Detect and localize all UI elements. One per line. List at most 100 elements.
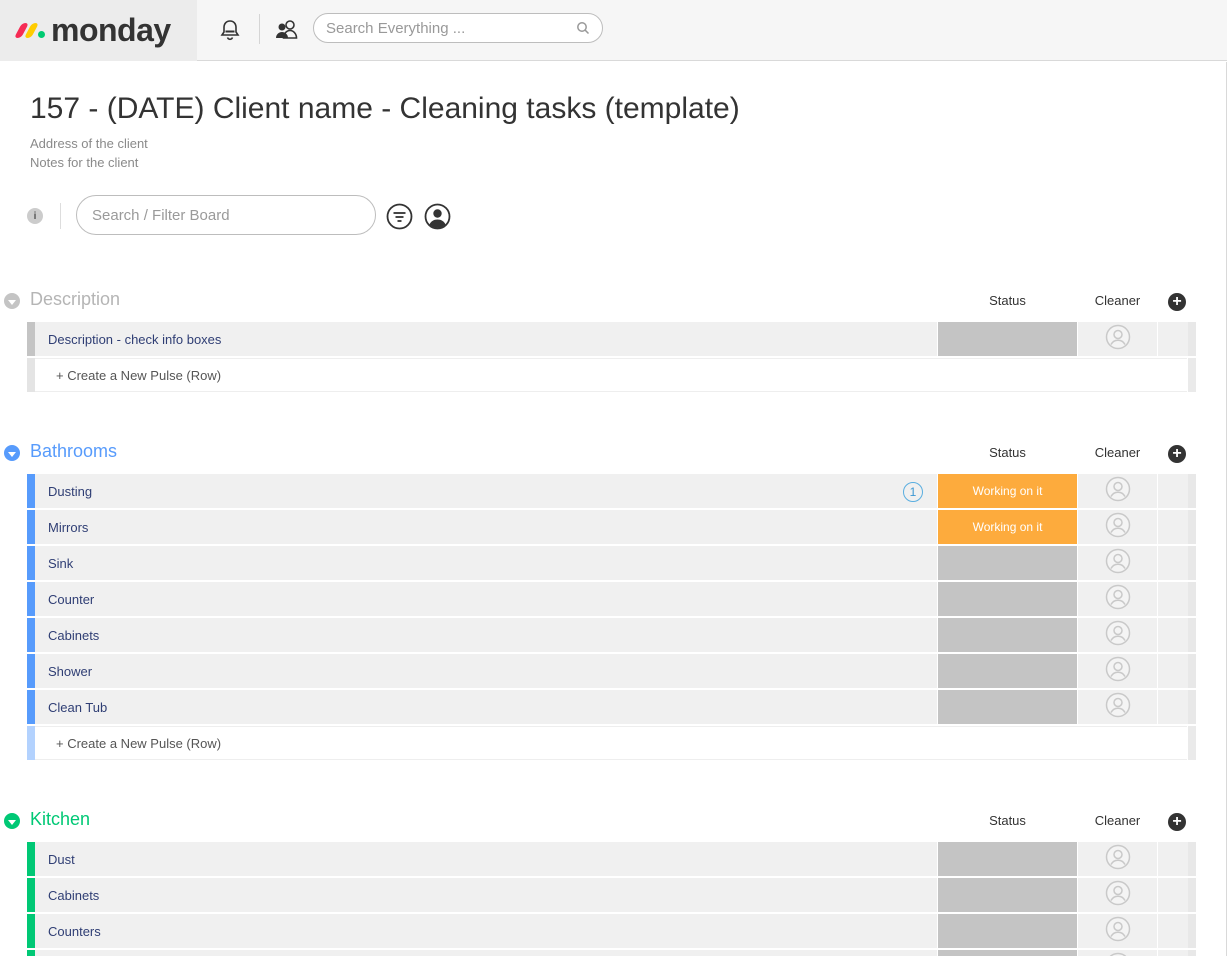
- empty-cell: [1158, 950, 1188, 956]
- empty-cell: [1158, 474, 1188, 508]
- add-column-icon[interactable]: +: [1168, 445, 1186, 463]
- status-cell[interactable]: [938, 878, 1077, 912]
- row-name[interactable]: Mirrors: [48, 520, 88, 535]
- row-name-cell[interactable]: [35, 842, 937, 876]
- row-name[interactable]: Dusting: [48, 484, 92, 499]
- row-name-cell[interactable]: [35, 510, 937, 544]
- cleaner-cell[interactable]: [1078, 510, 1157, 544]
- column-header-cleaner[interactable]: Cleaner: [1078, 293, 1157, 308]
- row-name-cell[interactable]: [35, 950, 937, 956]
- global-search[interactable]: [313, 13, 603, 43]
- status-cell[interactable]: [938, 322, 1077, 356]
- board-info-icon[interactable]: i: [27, 208, 43, 224]
- table-row[interactable]: Counters: [0, 914, 1227, 948]
- cleaner-cell[interactable]: [1078, 582, 1157, 616]
- row-name-cell[interactable]: [35, 654, 937, 688]
- table-row[interactable]: Dusting 1 Working on it: [0, 474, 1227, 508]
- table-row[interactable]: Description - check info boxes: [0, 322, 1227, 356]
- create-new-row-label[interactable]: + Create a New Pulse (Row): [56, 736, 221, 751]
- group-collapse-icon[interactable]: [4, 445, 20, 461]
- table-row[interactable]: Sink: [0, 546, 1227, 580]
- status-cell[interactable]: [938, 842, 1077, 876]
- status-cell[interactable]: [938, 546, 1077, 580]
- status-cell[interactable]: [938, 618, 1077, 652]
- status-cell[interactable]: [938, 690, 1077, 724]
- group-rows: Description - check info boxes + Create a…: [0, 322, 1227, 392]
- row-name[interactable]: Cabinets: [48, 888, 99, 903]
- cleaner-cell[interactable]: [1078, 654, 1157, 688]
- group-title[interactable]: Bathrooms: [30, 441, 117, 462]
- table-row[interactable]: Counter: [0, 582, 1227, 616]
- cleaner-cell[interactable]: [1078, 474, 1157, 508]
- cleaner-cell[interactable]: [1078, 950, 1157, 956]
- row-name[interactable]: Dust: [48, 852, 75, 867]
- row-name-cell[interactable]: [35, 690, 937, 724]
- row-name-cell[interactable]: [35, 582, 937, 616]
- row-name[interactable]: Counter: [48, 592, 94, 607]
- row-name-cell[interactable]: [35, 546, 937, 580]
- status-cell[interactable]: Working on it: [938, 510, 1077, 544]
- table-row[interactable]: Cabinets: [0, 618, 1227, 652]
- group-title[interactable]: Description: [30, 289, 120, 310]
- row-name[interactable]: Description - check info boxes: [48, 332, 221, 347]
- person-avatar-icon: [1105, 476, 1131, 507]
- cleaner-cell[interactable]: [1078, 878, 1157, 912]
- group-collapse-icon[interactable]: [4, 293, 20, 309]
- board-search[interactable]: [76, 195, 376, 235]
- empty-cell: [1158, 914, 1188, 948]
- row-name[interactable]: Counters: [48, 924, 101, 939]
- global-search-input[interactable]: [326, 19, 576, 37]
- create-new-row[interactable]: + Create a New Pulse (Row): [0, 358, 1227, 392]
- row-name-cell[interactable]: [35, 618, 937, 652]
- status-cell[interactable]: [938, 582, 1077, 616]
- column-header-status[interactable]: Status: [938, 445, 1077, 460]
- row-name-cell[interactable]: [35, 914, 937, 948]
- cleaner-cell[interactable]: [1078, 914, 1157, 948]
- cleaner-cell[interactable]: [1078, 842, 1157, 876]
- column-header-status[interactable]: Status: [938, 813, 1077, 828]
- create-new-row[interactable]: + Create a New Pulse (Row): [0, 726, 1227, 760]
- search-icon[interactable]: [576, 21, 590, 35]
- column-header-status[interactable]: Status: [938, 293, 1077, 308]
- row-name[interactable]: Shower: [48, 664, 92, 679]
- row-name[interactable]: Cabinets: [48, 628, 99, 643]
- row-name[interactable]: Clean Tub: [48, 700, 107, 715]
- table-row[interactable]: Shower: [0, 654, 1227, 688]
- table-row[interactable]: Mirrors Working on it: [0, 510, 1227, 544]
- table-row[interactable]: Cabinets: [0, 878, 1227, 912]
- status-cell[interactable]: [938, 950, 1077, 956]
- cleaner-cell[interactable]: [1078, 322, 1157, 356]
- row-name-cell[interactable]: [35, 878, 937, 912]
- filter-icon[interactable]: [385, 202, 413, 230]
- status-cell[interactable]: [938, 914, 1077, 948]
- group-title[interactable]: Kitchen: [30, 809, 90, 830]
- updates-count-badge[interactable]: 1: [903, 482, 923, 502]
- cleaner-cell[interactable]: [1078, 618, 1157, 652]
- add-column-icon[interactable]: +: [1168, 813, 1186, 831]
- cleaner-cell[interactable]: [1078, 690, 1157, 724]
- status-cell[interactable]: [938, 654, 1077, 688]
- add-column-icon[interactable]: +: [1168, 293, 1186, 311]
- board-description-notes[interactable]: Notes for the client: [30, 155, 138, 170]
- table-row[interactable]: Clean Tub: [0, 690, 1227, 724]
- row-name-cell[interactable]: [35, 474, 937, 508]
- column-header-cleaner[interactable]: Cleaner: [1078, 445, 1157, 460]
- table-row[interactable]: Dust: [0, 842, 1227, 876]
- person-filter-icon[interactable]: [423, 202, 451, 230]
- status-cell[interactable]: Working on it: [938, 474, 1077, 508]
- group-collapse-icon[interactable]: [4, 813, 20, 829]
- board-description-address[interactable]: Address of the client: [30, 136, 148, 151]
- table-row[interactable]: [0, 950, 1227, 956]
- notifications-bell-icon[interactable]: [215, 15, 245, 45]
- column-header-cleaner[interactable]: Cleaner: [1078, 813, 1157, 828]
- person-avatar-icon: [1105, 916, 1131, 947]
- board-title[interactable]: 157 - (DATE) Client name - Cleaning task…: [30, 92, 740, 126]
- empty-cell: [1158, 322, 1188, 356]
- logo[interactable]: monday: [0, 0, 197, 61]
- invite-members-icon[interactable]: [272, 15, 302, 45]
- group-bathrooms: Bathrooms Status Cleaner + Dusting 1 Working o…: [0, 438, 1227, 760]
- board-search-input[interactable]: [92, 206, 360, 224]
- row-name[interactable]: Sink: [48, 556, 73, 571]
- cleaner-cell[interactable]: [1078, 546, 1157, 580]
- create-new-row-label[interactable]: + Create a New Pulse (Row): [56, 368, 221, 383]
